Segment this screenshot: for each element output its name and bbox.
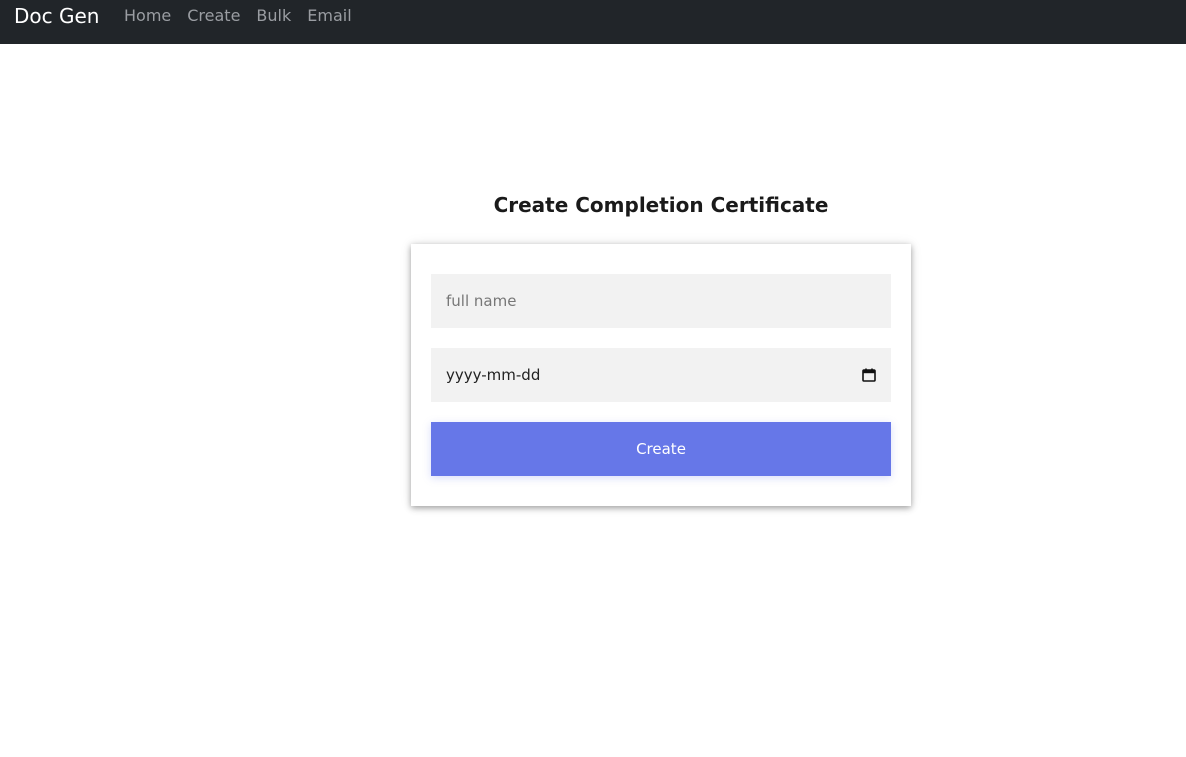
brand-logo-text[interactable]: Doc Gen	[14, 4, 99, 28]
nav-link-email[interactable]: Email	[307, 6, 351, 26]
date-input-text: yyyy-mm-dd	[446, 366, 541, 384]
nav-links: Home Create Bulk Email	[124, 6, 368, 26]
page-title: Create Completion Certificate	[493, 193, 829, 217]
nav-link-bulk[interactable]: Bulk	[256, 6, 291, 26]
top-navbar: Doc Gen Home Create Bulk Email	[0, 0, 1186, 44]
full-name-input[interactable]	[431, 274, 891, 328]
nav-link-home[interactable]: Home	[124, 6, 171, 26]
certificate-form-card: yyyy-mm-dd Create	[411, 244, 911, 506]
nav-link-create[interactable]: Create	[187, 6, 240, 26]
date-input[interactable]: yyyy-mm-dd	[431, 348, 891, 402]
calendar-icon[interactable]	[862, 368, 876, 382]
create-button[interactable]: Create	[431, 422, 891, 476]
